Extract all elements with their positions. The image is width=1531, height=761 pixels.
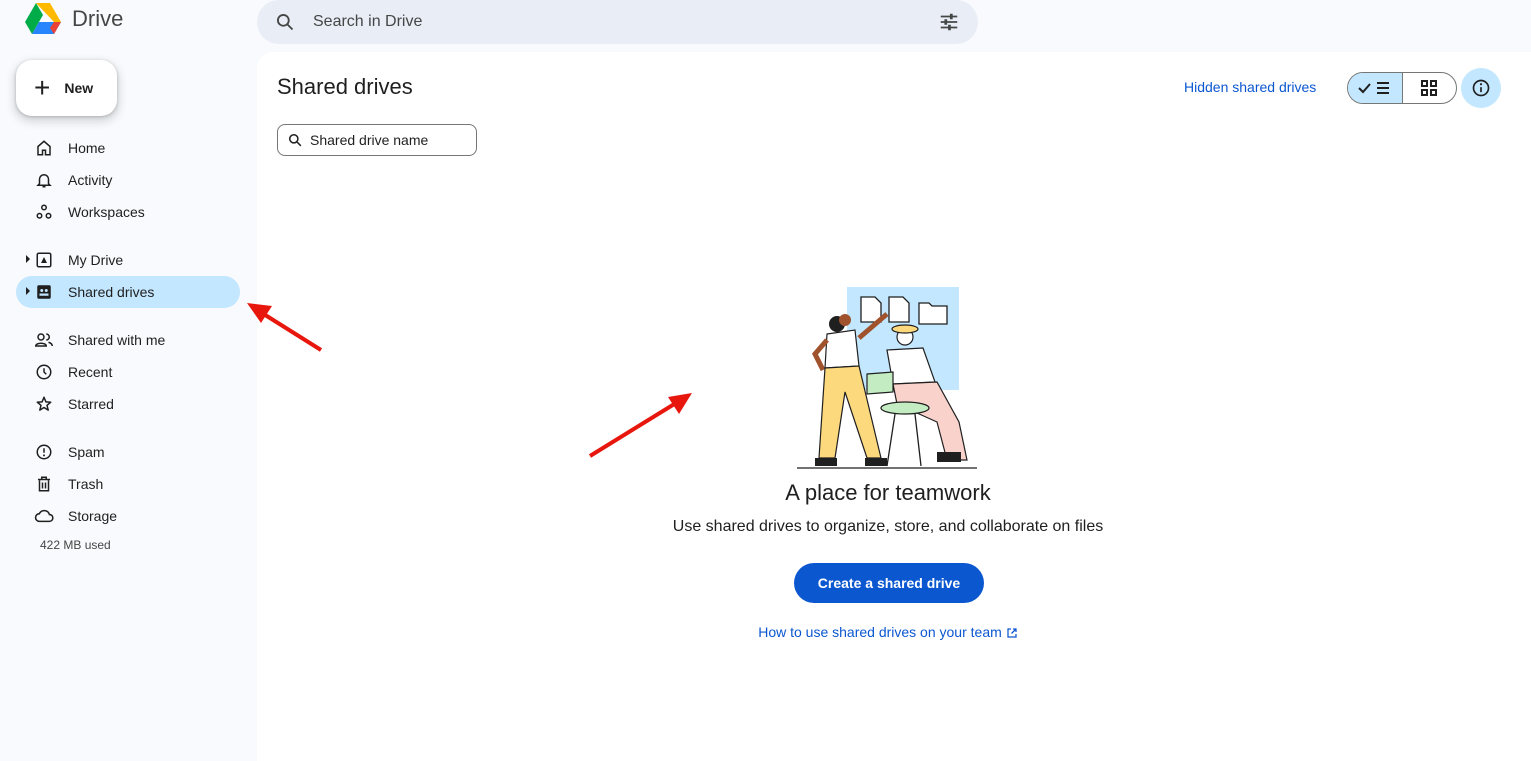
search-icon [288,133,302,147]
sidebar-item-my-drive[interactable]: My Drive [16,244,240,276]
sidebar-item-label: Shared drives [68,284,155,300]
app-name: Drive [72,6,124,31]
storage-used-text: 422 MB used [40,538,111,552]
home-icon [34,138,54,158]
sidebar-item-spam[interactable]: Spam [16,436,240,468]
new-button-label: New [64,80,94,96]
star-icon [34,394,54,414]
sidebar-item-label: Home [68,140,106,156]
new-button[interactable]: + New [16,60,117,116]
plus-icon: + [34,72,51,103]
sidebar-item-label: Starred [68,396,114,412]
search-bar[interactable]: Search in Drive [257,0,978,44]
drive-logo-icon [25,3,61,34]
shared-drives-icon [34,282,54,302]
spam-icon [34,442,54,462]
grid-view-button[interactable] [1403,73,1457,103]
sidebar-item-trash[interactable]: Trash [16,468,240,500]
teamwork-illustration [797,287,977,469]
sidebar-item-label: Activity [68,172,113,188]
help-link[interactable]: How to use shared drives on your team [257,624,1519,642]
sidebar-nav: Home Activity Workspaces My Drive Shared… [16,132,240,552]
expand-caret-icon[interactable] [25,287,31,295]
sidebar-item-home[interactable]: Home [16,132,240,164]
sidebar-item-label: Recent [68,364,113,380]
sidebar-item-label: Storage [68,508,118,524]
info-icon [1472,79,1490,97]
sidebar-item-shared-drives[interactable]: Shared drives [16,276,240,308]
sidebar-item-starred[interactable]: Starred [16,388,240,420]
create-shared-drive-button[interactable]: Create a shared drive [794,563,984,603]
clock-icon [34,362,54,382]
search-icon[interactable] [275,12,295,32]
grid-icon [1421,80,1438,96]
sidebar-item-label: Trash [68,476,104,492]
page-title: Shared drives [277,74,413,99]
help-link-text[interactable]: How to use shared drives on your team [758,624,1002,640]
sidebar-item-shared-with-me[interactable]: Shared with me [16,324,240,356]
view-toggle [1347,72,1457,104]
expand-caret-icon[interactable] [25,255,31,263]
trash-icon [34,474,54,494]
people-icon [34,330,54,350]
list-view-button[interactable] [1348,73,1403,103]
checked-list-icon [1358,82,1389,94]
sidebar-item-storage[interactable]: Storage [16,500,240,532]
sidebar-item-workspaces[interactable]: Workspaces [16,196,240,228]
drive-app: Drive Search in Drive + New Home Activit… [0,0,1531,761]
cloud-icon [34,506,54,526]
details-button[interactable] [1461,68,1501,108]
empty-state-title: A place for teamwork [785,480,991,505]
sidebar-item-label: My Drive [68,252,124,268]
search-options-icon[interactable] [938,11,960,33]
sidebar-item-label: Spam [68,444,105,460]
sidebar-item-label: Shared with me [68,332,166,348]
workspaces-icon [34,202,54,222]
my-drive-icon [34,250,54,270]
drive-logo[interactable]: Drive [24,2,123,36]
external-link-icon [1006,626,1018,642]
empty-state-subtitle: Use shared drives to organize, store, an… [672,518,1104,535]
sidebar-item-recent[interactable]: Recent [16,356,240,388]
sidebar-item-activity[interactable]: Activity [16,164,240,196]
shared-drive-search[interactable] [277,124,477,156]
sidebar-item-label: Workspaces [68,204,145,220]
bell-icon [34,170,54,190]
hidden-shared-drives-link[interactable]: Hidden shared drives [1184,79,1316,95]
shared-drive-name-input[interactable] [310,132,470,148]
search-input[interactable]: Search in Drive [313,13,938,31]
main-panel: Shared drives Hidden shared drives Share… [257,52,1531,761]
